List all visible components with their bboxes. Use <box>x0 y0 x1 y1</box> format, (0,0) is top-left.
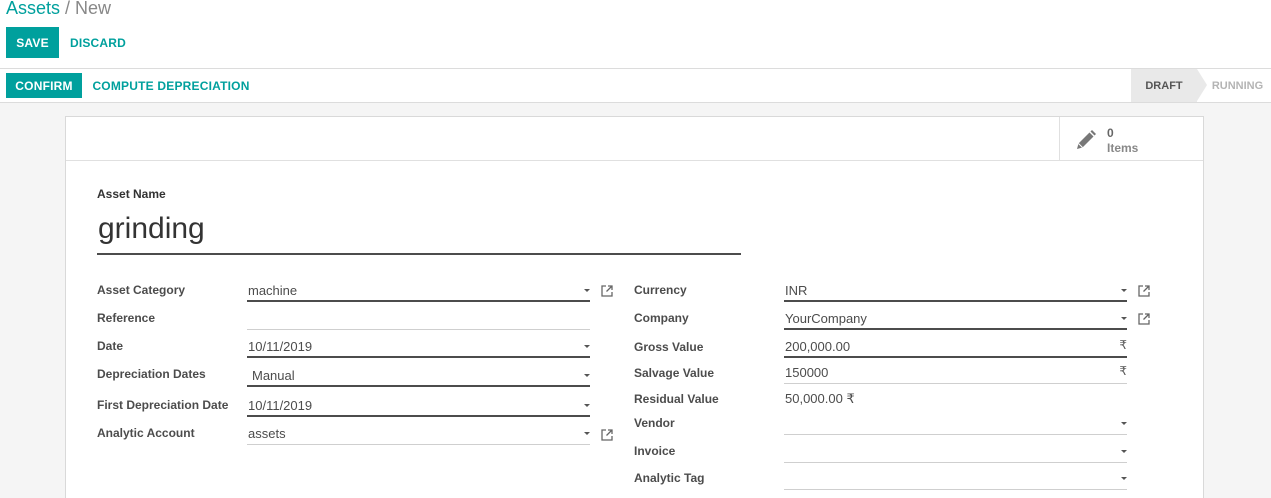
date-label: Date <box>97 339 124 353</box>
gross-value-label: Gross Value <box>634 340 704 354</box>
dropdown-caret-icon <box>584 404 590 407</box>
gross-value-field[interactable]: 200,000.00 ₹ <box>784 336 1127 358</box>
salvage-value-value: 150000 <box>785 365 829 380</box>
dropdown-caret-icon <box>584 374 590 377</box>
external-link-icon[interactable] <box>600 284 614 298</box>
external-link-icon[interactable] <box>600 428 614 442</box>
currency-label: Currency <box>634 283 687 297</box>
breadcrumb: Assets / New <box>6 0 111 19</box>
company-value: YourCompany <box>785 310 867 326</box>
items-count: 0 <box>1107 126 1114 140</box>
invoice-label: Invoice <box>634 444 676 458</box>
first-depreciation-date-field[interactable]: 10/11/2019 <box>247 395 590 417</box>
analytic-tag-label: Analytic Tag <box>634 471 705 485</box>
asset-name-value: grinding <box>98 212 205 245</box>
residual-value-label: Residual Value <box>634 392 719 406</box>
depreciation-dates-value: Manual <box>252 367 295 383</box>
pencil-icon <box>1077 130 1096 149</box>
external-link-icon[interactable] <box>1137 312 1151 326</box>
breadcrumb-assets-link[interactable]: Assets <box>6 0 60 18</box>
analytic-account-label: Analytic Account <box>97 426 195 440</box>
reference-field[interactable] <box>247 308 590 330</box>
dropdown-caret-icon <box>1121 477 1127 480</box>
save-button[interactable]: SAVE <box>6 27 59 58</box>
rupee-symbol: ₹ <box>1119 338 1127 352</box>
invoice-field[interactable] <box>784 441 1127 463</box>
asset-category-field[interactable]: machine <box>247 280 590 302</box>
salvage-value-label: Salvage Value <box>634 366 715 380</box>
analytic-account-field[interactable]: assets <box>247 423 590 445</box>
dropdown-caret-icon <box>584 289 590 292</box>
button-box: 0 Items <box>66 117 1203 161</box>
stage-draft[interactable]: DRAFT <box>1131 69 1207 102</box>
asset-name-label: Asset Name <box>97 187 166 201</box>
compute-depreciation-button[interactable]: COMPUTE DEPRECIATION <box>86 73 256 98</box>
currency-field[interactable]: INR <box>784 280 1127 302</box>
external-link-icon[interactable] <box>1137 284 1151 298</box>
items-stat-button[interactable]: 0 Items <box>1059 117 1203 160</box>
analytic-account-value: assets <box>248 426 286 441</box>
confirm-button[interactable]: CONFIRM <box>6 73 82 98</box>
asset-category-value: machine <box>248 282 298 298</box>
depreciation-dates-select[interactable]: Manual <box>247 365 590 387</box>
dropdown-caret-icon <box>584 432 590 435</box>
date-value: 10/11/2019 <box>248 338 313 354</box>
vendor-label: Vendor <box>634 416 675 430</box>
salvage-value-field[interactable]: 150000 ₹ <box>784 362 1127 384</box>
analytic-tag-field[interactable] <box>784 468 1127 490</box>
control-panel: Assets / New SAVE DISCARD <box>0 0 1271 69</box>
dropdown-caret-icon <box>1121 317 1127 320</box>
rupee-symbol: ₹ <box>1119 364 1127 378</box>
reference-label: Reference <box>97 311 156 325</box>
date-field[interactable]: 10/11/2019 <box>247 336 590 358</box>
depreciation-dates-label: Depreciation Dates <box>97 367 206 381</box>
dropdown-caret-icon <box>1121 450 1127 453</box>
company-field[interactable]: YourCompany <box>784 308 1127 330</box>
currency-value: INR <box>785 282 808 298</box>
dropdown-caret-icon <box>1121 289 1127 292</box>
discard-button[interactable]: DISCARD <box>62 27 134 58</box>
first-depreciation-date-label: First Depreciation Date <box>97 398 229 412</box>
first-depreciation-date-value: 10/11/2019 <box>248 397 313 413</box>
vendor-field[interactable] <box>784 413 1127 435</box>
form-sheet: 0 Items Asset Name grinding Asset Catego… <box>65 116 1204 498</box>
company-label: Company <box>634 311 689 325</box>
stage-running[interactable]: RUNNING <box>1204 69 1271 102</box>
breadcrumb-separator: / <box>65 0 71 18</box>
residual-value-value: 50,000.00 ₹ <box>785 391 855 406</box>
dropdown-caret-icon <box>1121 422 1127 425</box>
asset-category-label: Asset Category <box>97 283 186 297</box>
gross-value-value: 200,000.00 <box>785 338 851 354</box>
asset-name-input[interactable]: grinding <box>97 205 741 255</box>
dropdown-caret-icon <box>584 345 590 348</box>
items-label: Items <box>1107 141 1139 155</box>
breadcrumb-current: New <box>75 0 112 18</box>
form-statusbar: CONFIRM COMPUTE DEPRECIATION DRAFT RUNNI… <box>0 69 1271 103</box>
